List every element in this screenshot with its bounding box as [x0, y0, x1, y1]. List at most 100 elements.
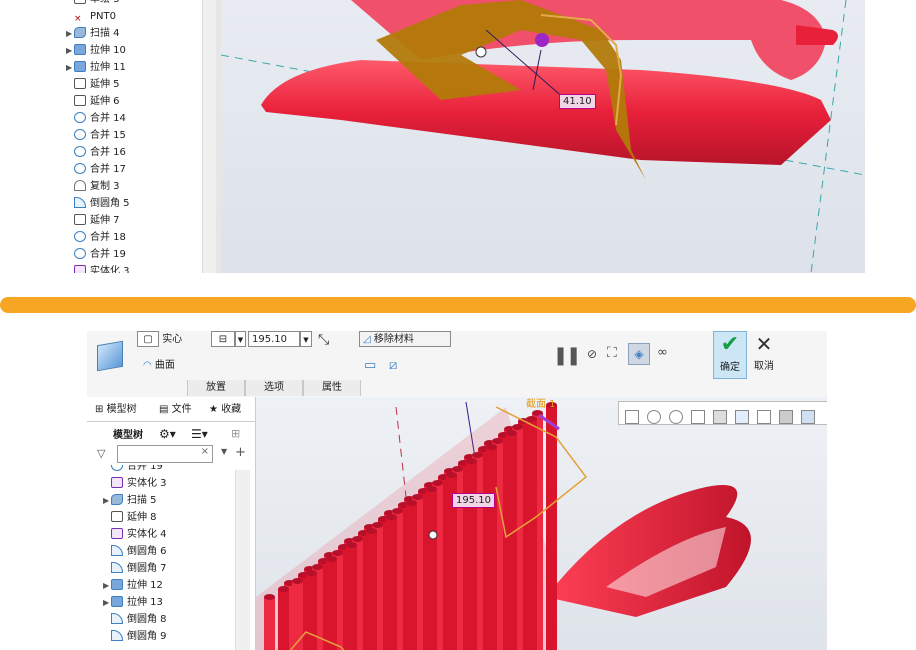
- add-filter-icon[interactable]: +: [235, 445, 246, 460]
- saved-views-icon[interactable]: [735, 410, 749, 424]
- chevron-down-icon[interactable]: ▼: [221, 447, 227, 456]
- tree-columns-icon[interactable]: ☰▾: [191, 425, 208, 443]
- bristle-pin: [292, 581, 303, 650]
- tree-node[interactable]: 倒圆角 7: [103, 561, 167, 577]
- tree-node[interactable]: 倒圆角 8: [103, 612, 167, 628]
- tree-node[interactable]: 倒圆角 9: [103, 629, 167, 645]
- tree-settings-icon[interactable]: ⚙▾: [159, 425, 176, 443]
- clear-icon[interactable]: ×: [201, 446, 209, 457]
- expand-icon[interactable]: ▶: [103, 595, 111, 611]
- tree-node[interactable]: 实体化 3: [103, 476, 167, 492]
- cancel-button[interactable]: ✕ 取消: [749, 331, 779, 377]
- dimension-label[interactable]: 41.10: [559, 94, 596, 109]
- expand-icon[interactable]: ▶: [66, 43, 74, 59]
- tree-node[interactable]: 实体化 3: [66, 264, 130, 273]
- zoom-out-icon[interactable]: [669, 410, 683, 424]
- drag-handle-icon[interactable]: [428, 530, 438, 540]
- display-style-icon[interactable]: [713, 410, 727, 424]
- bristle-cap: [526, 416, 537, 422]
- tree-node[interactable]: ▶ 拉伸 12: [103, 578, 163, 594]
- datum-display-icon[interactable]: [801, 410, 815, 424]
- thicken-icon[interactable]: ▭: [364, 357, 376, 375]
- tree-node-label: 合并 15: [90, 130, 126, 141]
- bristle-cap: [346, 542, 357, 548]
- graphics-viewport[interactable]: 195.10 截面 1: [256, 397, 827, 650]
- merge-icon: [111, 465, 123, 471]
- view-manager-icon[interactable]: [757, 410, 771, 424]
- tab-folder-browser[interactable]: ▤ 文件: [159, 401, 205, 419]
- no-preview-icon[interactable]: ⊘: [587, 347, 597, 361]
- tree-filter-icon[interactable]: ⊞: [231, 425, 240, 443]
- surface-toggle[interactable]: ◠ 曲面: [143, 357, 175, 375]
- preview-geometry-icon[interactable]: ⛶: [607, 345, 617, 361]
- chevron-down-icon[interactable]: ▼: [235, 331, 246, 347]
- verify-mode-icon[interactable]: ◈: [628, 343, 650, 365]
- tree-node[interactable]: 倒圆角 6: [103, 544, 167, 560]
- tree-node[interactable]: ▶ 拉伸 13: [103, 595, 163, 611]
- glasses-icon[interactable]: ∞: [657, 345, 668, 360]
- tab-options[interactable]: 选项: [245, 380, 303, 396]
- depth-option-dropdown[interactable]: ⊟ ▼: [211, 331, 246, 349]
- expand-icon[interactable]: ▶: [66, 60, 74, 76]
- tree-node-label: 合并 18: [90, 232, 126, 243]
- tree-node[interactable]: 合并 17: [66, 162, 126, 178]
- tree-node[interactable]: ▶ 拉伸 11: [66, 60, 126, 76]
- tree-node[interactable]: 合并 19: [66, 247, 126, 263]
- datum-point-icon: ×: [74, 14, 82, 24]
- drag-handle-icon[interactable]: [535, 33, 549, 47]
- tree-search-input[interactable]: ×: [117, 445, 213, 463]
- tree-node[interactable]: 延伸 6: [66, 94, 120, 110]
- tree-node[interactable]: 延伸 5: [66, 77, 120, 93]
- chevron-down-icon[interactable]: ▼: [300, 331, 312, 347]
- tree-node[interactable]: 草绘 3: [66, 0, 120, 8]
- expand-icon[interactable]: ▶: [66, 26, 74, 42]
- tree-node[interactable]: × PNT0: [66, 9, 116, 25]
- expand-icon[interactable]: ▶: [103, 578, 111, 594]
- tab-model-tree[interactable]: ⊞ 模型树: [95, 401, 137, 419]
- tab-properties[interactable]: 属性: [303, 380, 361, 396]
- tab-favorites[interactable]: ★ 收藏: [209, 401, 253, 419]
- refit-icon[interactable]: [625, 410, 639, 424]
- tree-node[interactable]: 倒圆角 5: [66, 196, 130, 212]
- tab-label: 模型树: [106, 404, 137, 415]
- bristle-cap: [432, 480, 443, 486]
- tree-node[interactable]: 延伸 8: [103, 510, 157, 526]
- solid-toggle[interactable]: ▢ 实心: [137, 331, 182, 349]
- depth-value[interactable]: 195.10: [248, 331, 300, 347]
- tree-node[interactable]: 实体化 4: [103, 527, 167, 543]
- depth-input[interactable]: 195.10 ▼: [248, 331, 312, 349]
- tree-node[interactable]: 合并 19: [103, 465, 163, 475]
- bristle-pin: [546, 405, 557, 650]
- remove-material-button[interactable]: ◿ 移除材料: [359, 331, 451, 349]
- dimension-label[interactable]: 195.10: [452, 493, 495, 508]
- tree-node[interactable]: 复制 3: [66, 179, 120, 195]
- model-graphics: [256, 401, 751, 650]
- tree-node-label: 扫描 5: [127, 495, 157, 506]
- tree-node[interactable]: 延伸 7: [66, 213, 120, 229]
- graphics-viewport[interactable]: 41.10: [220, 0, 865, 273]
- perspective-icon[interactable]: [779, 410, 793, 424]
- tree-node[interactable]: 合并 15: [66, 128, 126, 144]
- merge-icon: [74, 231, 86, 242]
- tree-scrollbar[interactable]: [235, 470, 250, 650]
- bristle-cap: [406, 500, 417, 506]
- tree-node-label: 倒圆角 7: [127, 563, 167, 574]
- bristle-pin: [406, 503, 417, 650]
- flip-direction-icon[interactable]: ⤡: [318, 331, 329, 349]
- pause-icon[interactable]: ❚❚: [553, 345, 581, 366]
- tree-node[interactable]: 合并 16: [66, 145, 126, 161]
- tree-node[interactable]: ▶ 扫描 4: [66, 26, 120, 42]
- tree-node[interactable]: ▶ 拉伸 10: [66, 43, 126, 59]
- tree-node[interactable]: ▶ 扫描 5: [103, 493, 157, 509]
- confirm-button[interactable]: ✔ 确定: [713, 331, 747, 379]
- tab-placement[interactable]: 放置: [187, 380, 245, 396]
- bristle-pin: [526, 419, 537, 650]
- expand-icon[interactable]: ▶: [103, 493, 111, 509]
- section-divider: [0, 297, 916, 313]
- thicken-flip-icon[interactable]: ⧄: [389, 357, 397, 375]
- tree-node[interactable]: 合并 18: [66, 230, 126, 246]
- tree-node[interactable]: 合并 14: [66, 111, 126, 127]
- tree-scrollbar[interactable]: [202, 0, 217, 273]
- zoom-in-icon[interactable]: [647, 410, 661, 424]
- repaint-icon[interactable]: [691, 410, 705, 424]
